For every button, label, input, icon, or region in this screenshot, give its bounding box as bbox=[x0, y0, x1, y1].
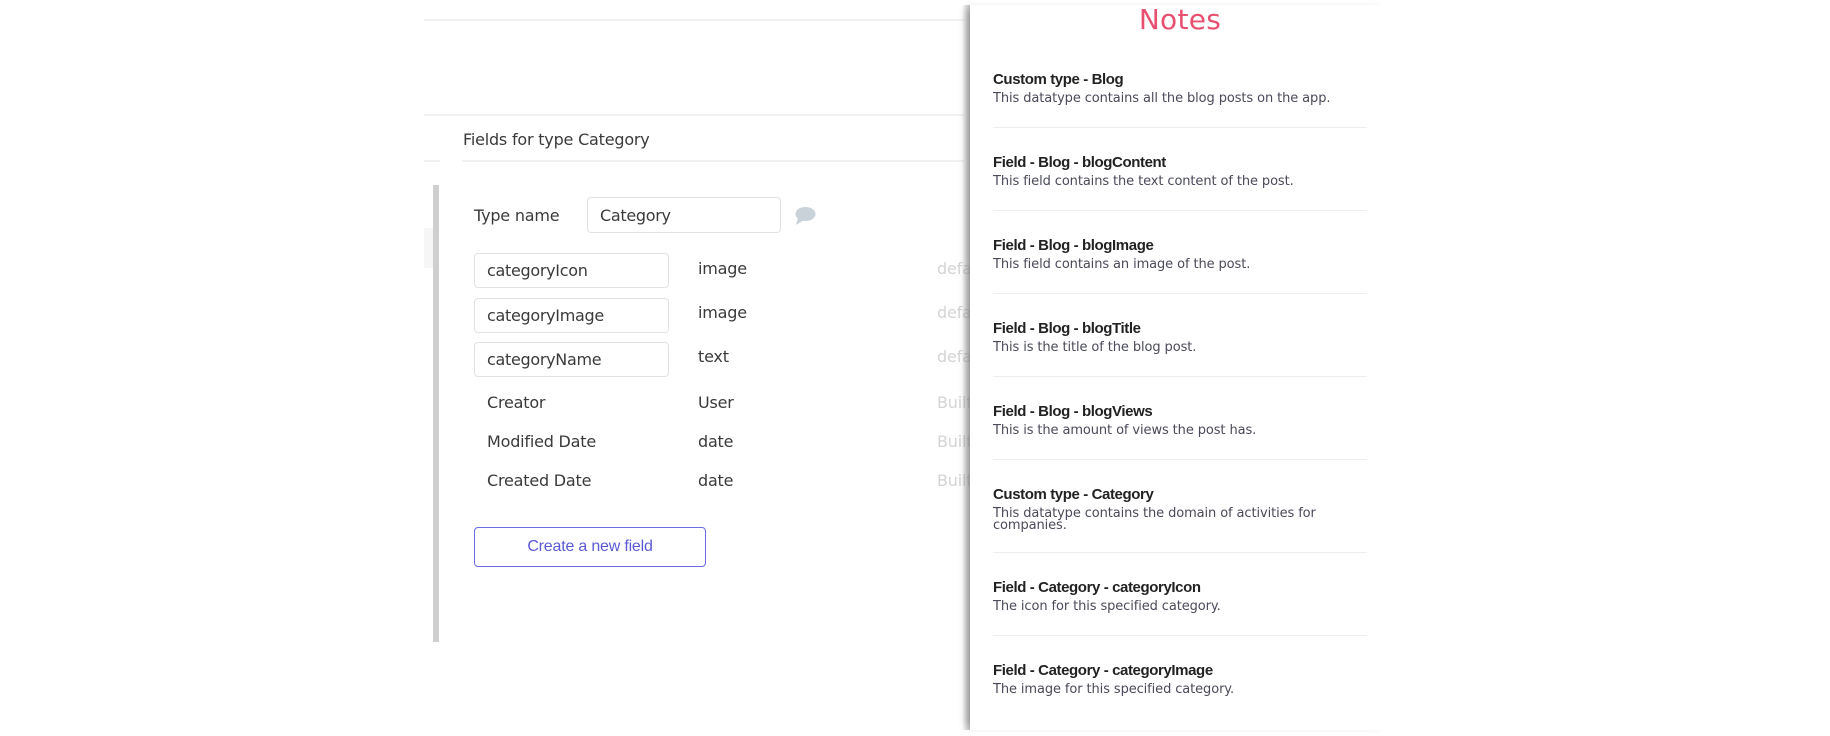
note-heading: Field - Blog - blogContent bbox=[993, 154, 1166, 171]
section-title: Fields for type Category bbox=[463, 130, 650, 149]
notes-panel-shadow bbox=[962, 5, 970, 730]
top-divider bbox=[424, 19, 964, 21]
field-name-input[interactable]: categoryIcon bbox=[474, 253, 669, 288]
type-name-input[interactable]: Category bbox=[587, 197, 781, 233]
note-item[interactable]: Custom type - Blog This datatype contains… bbox=[993, 71, 1367, 105]
side-tab bbox=[424, 228, 433, 268]
field-type[interactable]: image bbox=[698, 259, 747, 278]
note-description: The icon for this specified category. bbox=[993, 599, 1221, 614]
note-heading: Field - Category - categoryIcon bbox=[993, 579, 1201, 596]
field-name-input[interactable]: categoryImage bbox=[474, 298, 669, 333]
field-type[interactable]: text bbox=[698, 347, 729, 366]
note-divider bbox=[993, 376, 1367, 377]
note-description: This is the title of the blog post. bbox=[993, 340, 1197, 355]
note-heading: Field - Blog - blogViews bbox=[993, 403, 1153, 420]
note-heading: Field - Category - categoryImage bbox=[993, 662, 1213, 679]
note-description: This datatype contains the domain of act… bbox=[993, 506, 1316, 533]
header-top-divider bbox=[424, 114, 964, 116]
note-item[interactable]: Field - Blog - blogContent This field con… bbox=[993, 154, 1367, 188]
note-heading: Custom type - Blog bbox=[993, 71, 1124, 88]
type-panel-border bbox=[433, 185, 439, 642]
builtin-field-type: date bbox=[698, 471, 734, 490]
header-bottom-divider bbox=[462, 160, 964, 162]
note-divider bbox=[993, 127, 1367, 128]
builtin-field-name: Modified Date bbox=[487, 432, 597, 451]
field-name: categoryIcon bbox=[487, 261, 588, 280]
note-divider bbox=[993, 293, 1367, 294]
notes-panel: Notes Custom type - Blog This datatype co… bbox=[970, 3, 1390, 730]
notes-title: Notes bbox=[1138, 3, 1222, 36]
builtin-field-name: Creator bbox=[487, 393, 546, 412]
note-divider bbox=[993, 552, 1367, 553]
builtin-field-name: Created Date bbox=[487, 471, 592, 490]
note-heading: Custom type - Category bbox=[993, 486, 1154, 503]
note-heading: Field - Blog - blogImage bbox=[993, 237, 1154, 254]
type-name-value: Category bbox=[600, 205, 671, 225]
note-description: This datatype contains all the blog post… bbox=[993, 91, 1331, 106]
note-divider bbox=[993, 459, 1367, 460]
note-item[interactable]: Field - Blog - blogViews This is the amou… bbox=[993, 403, 1367, 437]
builtin-field-type: date bbox=[698, 432, 734, 451]
note-item[interactable]: Field - Category - categoryIcon The icon … bbox=[993, 579, 1367, 613]
note-item[interactable]: Custom type - Category This datatype cont… bbox=[993, 486, 1367, 532]
note-description: This field contains an image of the post… bbox=[993, 257, 1251, 272]
header-bottom-divider-left bbox=[424, 160, 440, 162]
note-item[interactable]: Field - Blog - blogTitle This is the titl… bbox=[993, 320, 1367, 354]
note-description: This field contains the text content of … bbox=[993, 174, 1294, 189]
field-type[interactable]: image bbox=[698, 303, 747, 322]
note-divider bbox=[993, 210, 1367, 211]
field-name: categoryImage bbox=[487, 306, 604, 325]
note-item[interactable]: Field - Category - categoryImage The imag… bbox=[993, 662, 1367, 696]
create-new-field-button[interactable]: Create a new field bbox=[474, 527, 706, 567]
field-name-input[interactable]: categoryName bbox=[474, 342, 669, 377]
note-description: The image for this specified category. bbox=[993, 682, 1235, 697]
note-divider bbox=[993, 635, 1367, 636]
note-heading: Field - Blog - blogTitle bbox=[993, 320, 1141, 337]
builtin-field-type: User bbox=[698, 393, 734, 412]
type-name-label: Type name bbox=[474, 206, 560, 225]
note-description: This is the amount of views the post has… bbox=[993, 423, 1257, 438]
field-name: categoryName bbox=[487, 350, 602, 369]
note-item[interactable]: Field - Blog - blogImage This field conta… bbox=[993, 237, 1367, 271]
speech-bubble-icon[interactable] bbox=[794, 206, 816, 226]
